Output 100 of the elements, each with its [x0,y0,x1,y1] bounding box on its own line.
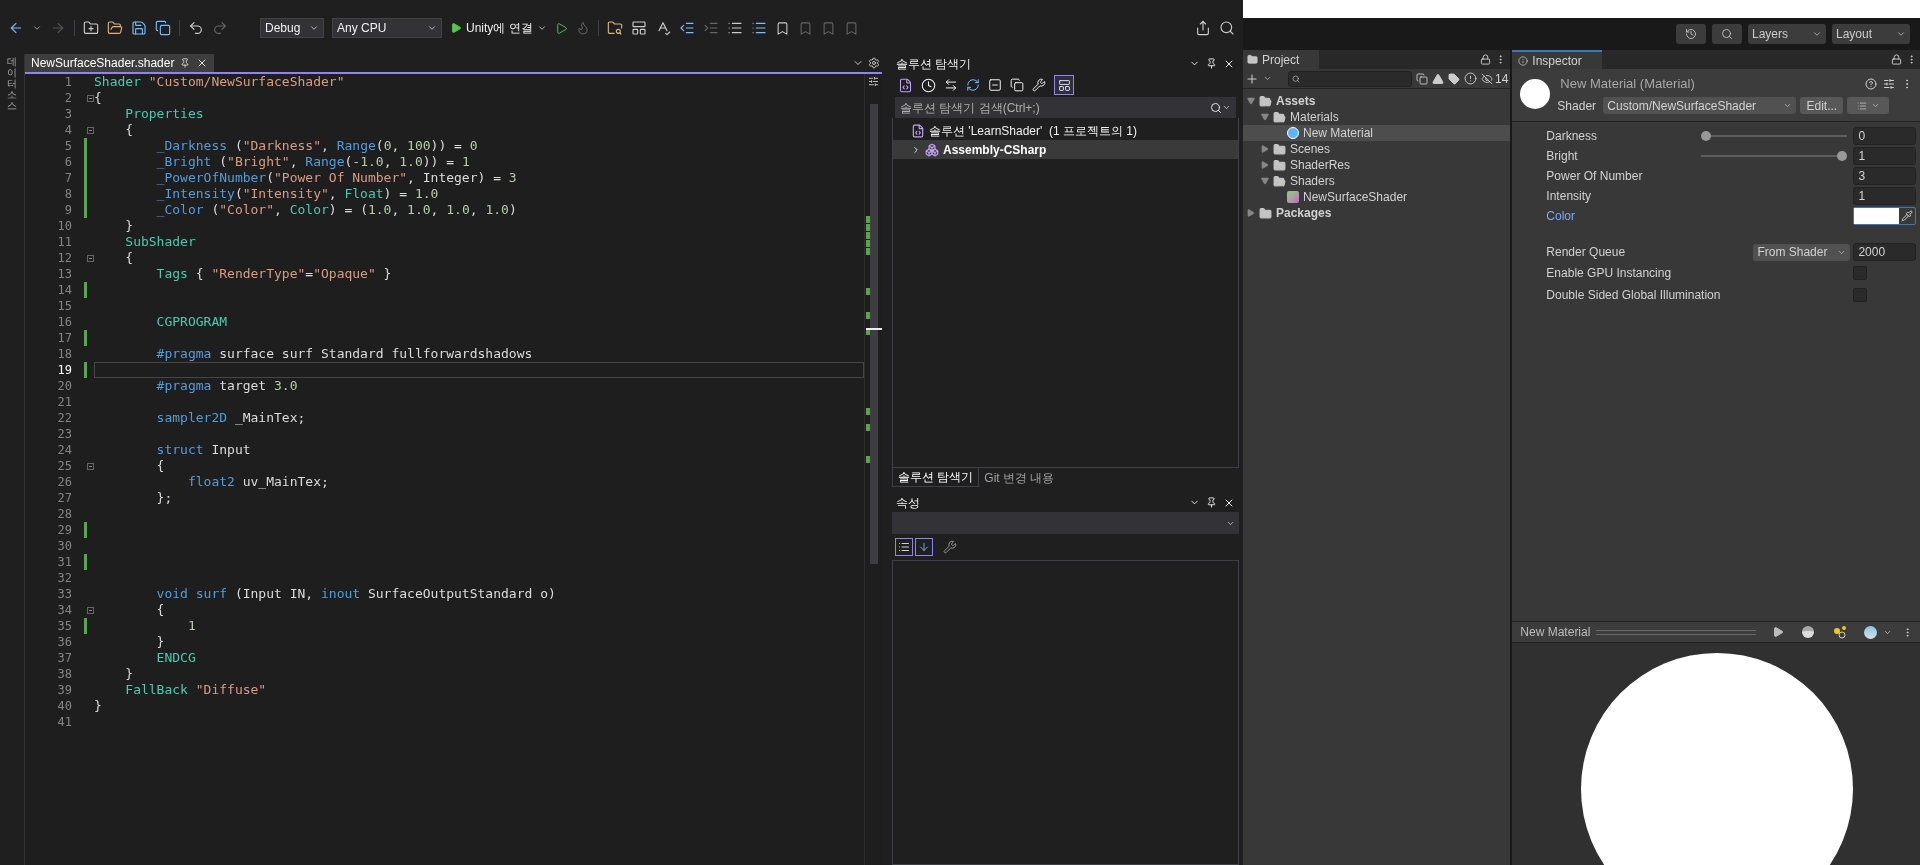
expand-icon[interactable] [1247,97,1255,105]
switch-views-icon[interactable] [898,77,913,93]
platform-dropdown[interactable]: Any CPU [332,18,442,38]
drag-handle[interactable] [1596,629,1757,635]
expand-icon[interactable] [1261,177,1269,185]
fold-icon[interactable] [87,94,94,102]
caret-icon[interactable] [1263,74,1272,83]
tree-item[interactable]: Assembly-CSharp [893,140,1238,159]
panel-tab[interactable]: Git 변경 내용 [979,468,1060,487]
render-queue-dropdown[interactable]: From Shader [1753,243,1851,261]
asset-item[interactable]: Materials [1243,109,1511,125]
asset-item[interactable]: Shaders [1243,173,1511,189]
lock-icon[interactable] [1891,54,1903,65]
list-dropdown[interactable] [1847,97,1890,114]
play-icon[interactable] [1772,626,1785,638]
editor-tab[interactable]: NewSurfaceShader.shader [25,54,215,72]
slider-thumb[interactable] [1837,151,1848,161]
pin-icon[interactable] [1206,497,1217,508]
sync-icon[interactable] [944,78,958,92]
slider-thumb[interactable] [1701,131,1712,141]
pin-icon[interactable] [180,58,191,68]
asset-item[interactable]: ShaderRes [1243,157,1511,173]
caret-icon[interactable] [32,23,42,33]
expand-icon[interactable] [1261,161,1269,169]
redo-icon[interactable] [212,20,228,36]
save-all-icon[interactable] [155,20,171,36]
search-field[interactable] [1288,70,1412,87]
bookmark-icon[interactable] [774,20,790,36]
search-button[interactable] [1712,24,1742,44]
view-toggle[interactable] [915,538,933,556]
help-icon[interactable] [1865,77,1878,90]
view-toggle[interactable] [895,538,913,556]
scrollbar[interactable] [864,74,882,865]
presets-icon[interactable] [1883,77,1896,90]
color-field[interactable] [1853,207,1917,225]
configuration-dropdown[interactable]: Debug [260,18,324,38]
clear-bookmarks-icon[interactable] [843,20,859,36]
hidden-packages-toggle[interactable]: 14 [1481,69,1509,88]
label-filter-icon[interactable] [1448,72,1460,85]
properties-icon[interactable] [1032,78,1046,92]
tree-item[interactable]: 솔루션 'LearnShader' (1 프로젝트의 1) [893,121,1238,140]
split-icon[interactable] [868,76,879,87]
collapse-all-icon[interactable] [988,78,1002,92]
edit-button[interactable]: Edit... [1800,97,1844,114]
run-button[interactable]: Unity에 연결 [450,19,547,37]
settings-icon[interactable] [868,57,880,69]
expand-icon[interactable] [1261,113,1269,121]
refresh-icon[interactable] [966,78,980,92]
next-bookmark-icon[interactable] [820,20,836,36]
asset-item[interactable]: Packages [1243,205,1511,221]
comment-icon[interactable] [726,20,743,36]
preview-toggle[interactable] [1054,75,1074,95]
fold-icon[interactable] [87,462,94,470]
caret-icon[interactable] [1222,103,1231,112]
value-field[interactable]: 1 [1853,147,1917,165]
layout-dropdown[interactable]: Layout [1832,24,1910,44]
previous-bookmark-icon[interactable] [797,20,813,36]
slider-track[interactable] [1701,131,1848,141]
slider-track[interactable] [1701,151,1848,161]
history-button[interactable] [1676,24,1706,44]
warning-icon[interactable] [1464,72,1477,85]
wrench-icon[interactable] [943,540,957,554]
shader-dropdown[interactable]: Custom/NewSurfaceShader [1603,97,1797,114]
type-filter-icon[interactable] [1432,72,1444,85]
fold-icon[interactable] [87,254,94,262]
asset-item[interactable]: New Material [1243,125,1511,141]
layout-icon[interactable] [630,20,647,36]
search-icon[interactable] [1210,101,1222,114]
indent-icon[interactable] [702,20,719,36]
save-icon[interactable] [131,20,147,36]
asset-item[interactable]: Scenes [1243,141,1511,157]
light-icon[interactable] [1832,625,1849,639]
open-folder-icon[interactable] [107,20,123,36]
pending-changes-icon[interactable] [921,77,936,93]
folder-search-icon[interactable] [606,20,623,36]
create-icon[interactable] [1245,71,1259,86]
share-icon[interactable] [1195,20,1211,36]
value-field[interactable]: 0 [1853,127,1917,145]
pin-icon[interactable] [1206,58,1217,69]
panel-tab[interactable]: Inspector [1512,50,1603,69]
asset-item[interactable]: Assets [1243,93,1511,109]
expand-icon[interactable] [1261,145,1269,153]
undo-icon[interactable] [188,20,204,36]
lock-icon[interactable] [1480,54,1492,65]
show-all-files-icon[interactable] [1010,78,1024,92]
layers-dropdown[interactable]: Layers [1748,24,1826,44]
asset-item[interactable]: NewSurfaceShader [1243,189,1511,205]
expand-icon[interactable] [1247,209,1255,217]
value-field[interactable]: 2000 [1853,243,1917,261]
back-icon[interactable] [8,20,24,36]
outdent-icon[interactable] [678,20,695,36]
panel-tab[interactable]: 솔루션 탐색기 [892,468,980,487]
uncomment-icon[interactable] [750,20,767,36]
fold-icon[interactable] [87,606,94,614]
expand-icon[interactable] [911,144,921,155]
value-field[interactable]: 3 [1853,167,1917,185]
start-without-debugging-icon[interactable] [554,21,568,35]
side-tab[interactable]: 데이터 소스 [7,56,17,111]
value-field[interactable]: 1 [1853,187,1917,205]
fold-icon[interactable] [87,126,94,134]
